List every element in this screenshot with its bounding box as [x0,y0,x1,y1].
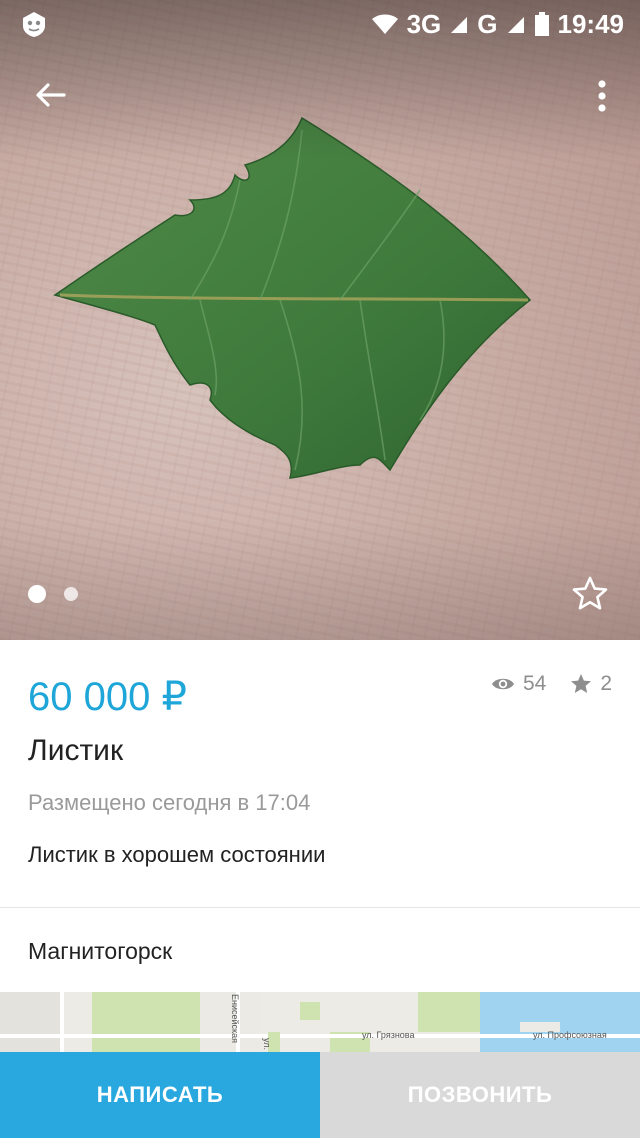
map-street-label: Енисейская [230,994,240,1044]
app-notification-icon [23,12,45,37]
star-icon [571,674,592,693]
more-options-icon[interactable] [586,72,618,120]
call-button[interactable]: ПОЗВОНИТЬ [320,1052,640,1138]
map-street-label: ул. Грязнова [362,1030,415,1040]
posted-date: Размещено сегодня в 17:04 [28,790,311,815]
listing-title: Листик [28,734,124,767]
clock: 19:49 [557,9,625,39]
map-street-label: ул. Профсоюзная [533,1030,607,1040]
signal-g-icon [507,17,524,33]
network-3g-label: 3G [406,9,442,39]
price: 60 000 ₽ [28,675,187,719]
gallery-pager [28,585,78,603]
back-arrow-icon[interactable] [26,72,74,120]
map-tiles [0,992,640,1052]
battery-icon [534,12,549,36]
eye-icon [491,678,514,690]
wifi-icon [371,14,398,34]
city-label: Магнитогорск [28,938,173,964]
favorites-count: 2 [600,672,612,695]
views-stat: 54 [491,672,546,696]
listing-stats: 54 2 [491,672,612,696]
views-count: 54 [522,672,547,695]
pager-dot-active[interactable] [28,585,46,603]
favorites-stat: 2 [570,672,612,696]
write-message-button[interactable]: НАПИСАТЬ [0,1052,320,1138]
status-bar: 3G G 19:49 [0,0,640,48]
favorite-star-icon[interactable] [570,574,610,614]
network-g-label: G [477,9,498,39]
listing-photo[interactable] [0,0,640,640]
signal-3g-icon [451,17,468,33]
pager-dot[interactable] [64,587,78,601]
map-street-label: ул. [262,1038,272,1051]
listing-description: Листик в хорошем состоянии [28,842,326,867]
location-map[interactable]: Енисейская ул. Грязнова ул. Профсоюзная … [0,992,640,1052]
